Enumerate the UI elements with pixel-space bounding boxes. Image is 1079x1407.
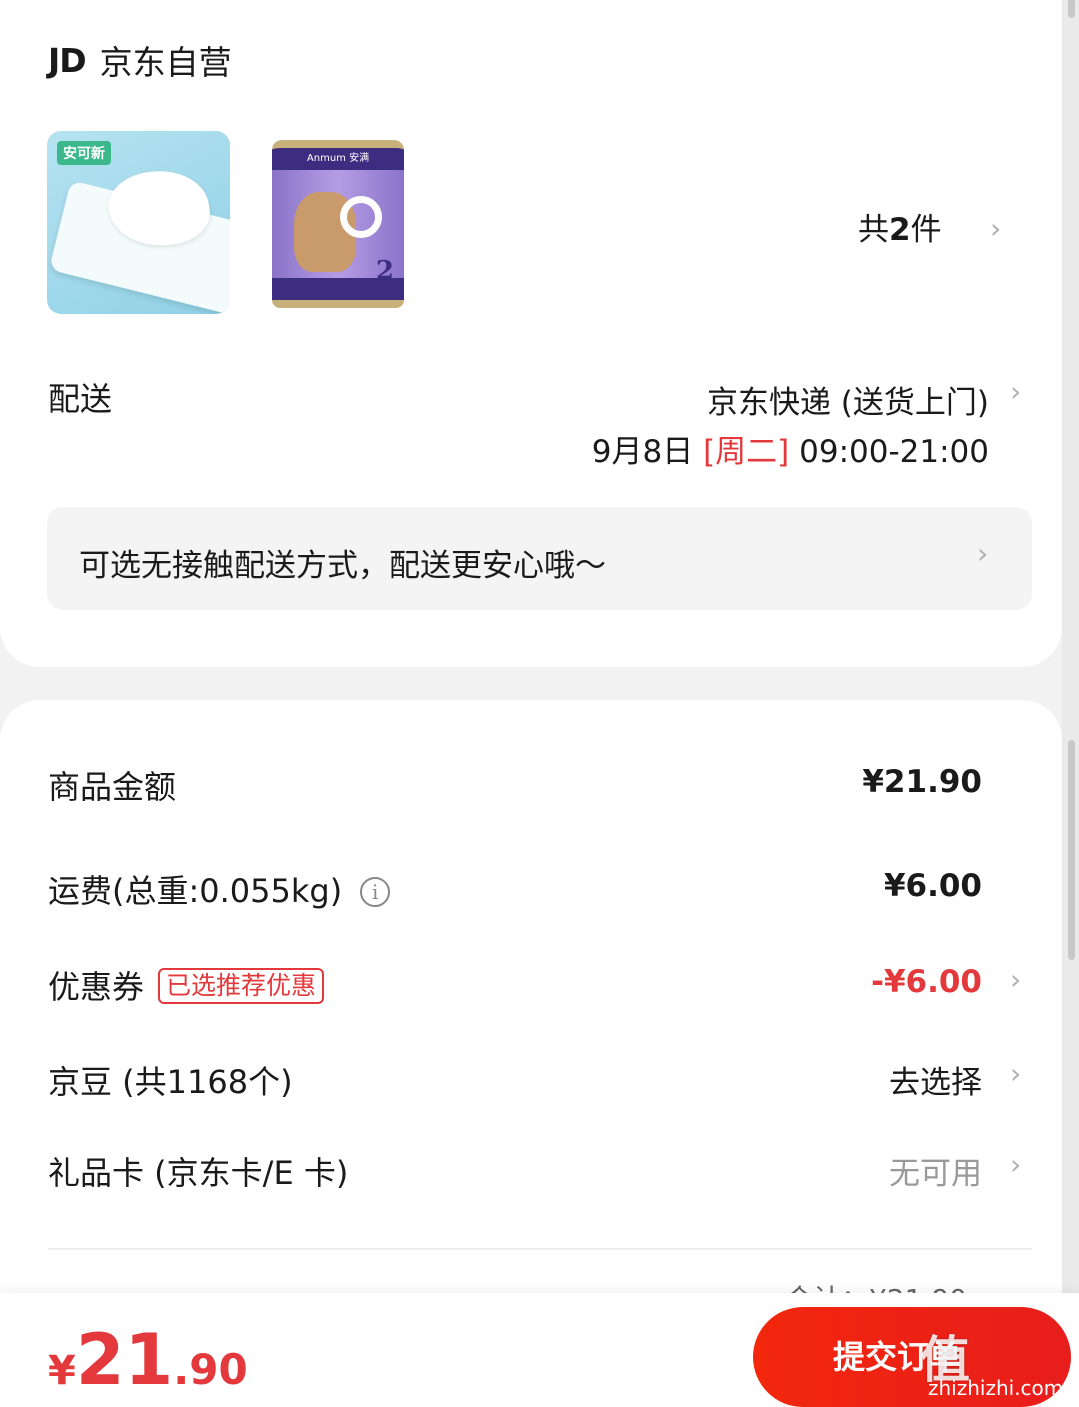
jd-logo: JD: [48, 40, 87, 80]
delivery-weekday: [周二]: [703, 434, 790, 470]
info-icon[interactable]: i: [360, 877, 391, 907]
shop-name: 京东自营: [99, 43, 232, 82]
jd-beans-value[interactable]: 去选择: [889, 1057, 982, 1102]
delivery-time[interactable]: 9月8日 [周二] 09:00-21:00: [592, 426, 989, 471]
shipping-value: ¥6.00: [883, 868, 982, 904]
chevron-right-icon: ›: [977, 537, 989, 570]
recommended-coupon-tag: 已选推荐优惠: [158, 968, 325, 1004]
delivery-date: 9月8日: [591, 434, 694, 470]
right-edge: [1062, 0, 1079, 1407]
gift-card-label: 礼品卡 (京东卡/E 卡): [48, 1154, 349, 1192]
q-logo: [340, 196, 382, 238]
divider: [48, 1248, 1032, 1250]
count-suffix: 件: [910, 212, 942, 248]
chevron-right-icon[interactable]: ›: [1010, 1057, 1021, 1090]
notice-text: 可选无接触配送方式，配送更安心哦～: [79, 548, 606, 584]
shipping-label-row: 运费(总重:0.055kg) i: [48, 866, 391, 912]
count-value: 2: [889, 212, 911, 248]
product-thumbnail-wipes[interactable]: 安可新: [47, 131, 230, 314]
order-total: ¥21.90: [48, 1325, 248, 1395]
chevron-right-icon[interactable]: ›: [1010, 375, 1021, 408]
goods-amount-label: 商品金额: [48, 768, 177, 806]
gift-card-value[interactable]: 无可用: [889, 1148, 982, 1193]
delivery-slot: 09:00-21:00: [799, 434, 989, 470]
chevron-right-icon[interactable]: ›: [1010, 963, 1021, 996]
contactless-notice[interactable]: 可选无接触配送方式，配送更安心哦～ ›: [47, 507, 1032, 610]
coupon-label-row[interactable]: 优惠券 已选推荐优惠: [48, 962, 325, 1008]
count-prefix: 共: [858, 212, 889, 248]
can-brand-band: Anmum 安满: [272, 148, 404, 170]
item-count[interactable]: 共2件: [858, 204, 942, 249]
chevron-right-icon[interactable]: ›: [1010, 1148, 1021, 1181]
scrollbar-thumb[interactable]: [1068, 740, 1075, 960]
chevron-right-icon[interactable]: ›: [990, 212, 1001, 245]
brand-badge: 安可新: [57, 141, 111, 165]
delivery-method[interactable]: 京东快递 (送货上门): [707, 377, 989, 422]
delivery-label: 配送: [48, 380, 113, 418]
scrollbar-thumb-top: [1068, 0, 1075, 18]
jd-beans-label: 京豆 (共1168个): [48, 1063, 293, 1101]
coupon-value[interactable]: -¥6.00: [871, 964, 982, 1000]
total-decimal: .90: [173, 1345, 248, 1394]
total-currency: ¥: [48, 1348, 76, 1394]
shipping-label: 运费(总重:0.055kg): [48, 872, 343, 910]
coupon-label: 优惠券: [48, 968, 145, 1006]
milk-can-image: Anmum 安满 2: [272, 140, 404, 308]
watermark-url: zhizhizhi.com: [928, 1376, 1064, 1400]
can-foot-band: [272, 278, 404, 300]
total-peek: 合计：¥21.90: [785, 1278, 967, 1294]
product-thumbnail-milk-powder[interactable]: Anmum 安满 2: [268, 136, 408, 310]
shop-header: JD 京东自营: [48, 36, 232, 84]
total-integer: 21: [75, 1319, 174, 1401]
goods-amount-value: ¥21.90: [862, 764, 982, 800]
